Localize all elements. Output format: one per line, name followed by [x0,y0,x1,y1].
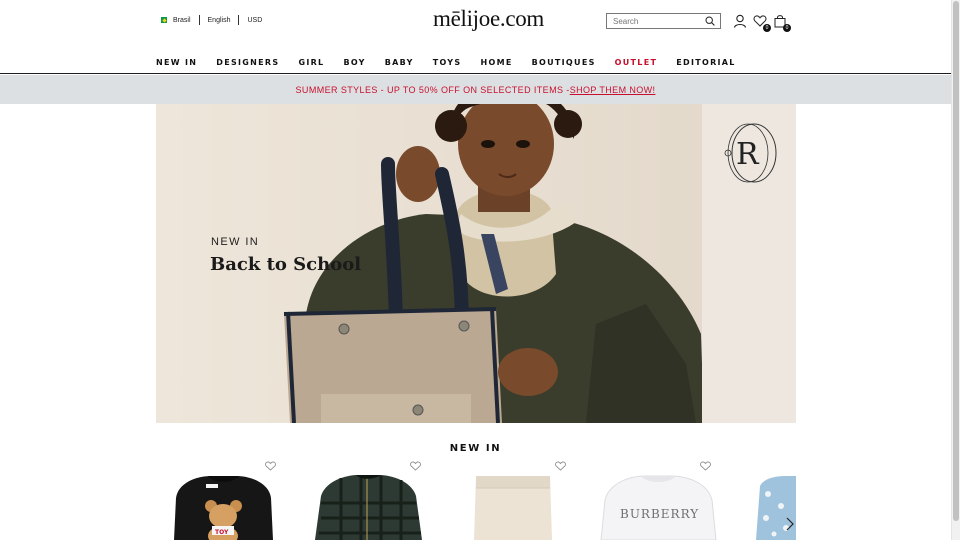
hero-kicker: NEW IN [211,236,260,248]
divider [198,15,200,25]
product-card[interactable]: BURBERRY [591,458,726,540]
nav-baby[interactable]: BABY [385,58,414,67]
nav-toys[interactable]: TOYS [433,58,462,67]
wishlist-count-badge: 0 [763,24,771,32]
language-selector[interactable]: English [208,17,231,24]
product-card[interactable] [301,458,436,540]
nav-home[interactable]: HOME [480,58,512,67]
nav-editorial[interactable]: EDITORIAL [676,58,735,67]
main-nav: NEW IN DESIGNERS GIRL BOY BABY TOYS HOME… [156,58,755,67]
search-icon [705,16,715,26]
nav-designers[interactable]: DESIGNERS [216,58,279,67]
chevron-right-icon[interactable] [783,516,797,532]
flag-icon [161,17,167,23]
nav-boutiques[interactable]: BOUTIQUES [532,58,596,67]
page-scrollbar[interactable] [951,0,960,540]
search-input[interactable] [607,16,703,26]
monogram-logo: R [736,137,760,172]
product-image: TOY [174,476,273,540]
product-image [315,475,422,540]
nav-new-in[interactable]: NEW IN [156,58,197,67]
product-brand-print: BURBERRY [620,507,699,521]
hero-banner[interactable]: R NEW IN Back to School [156,104,796,423]
promo-text: SUMMER STYLES - UP TO 50% OFF ON SELECTE… [295,84,570,95]
bag-count-badge: 0 [783,24,791,32]
product-carousel: TOY BURBERRY [156,458,796,540]
hero-title[interactable]: Back to School [210,254,361,275]
search-button[interactable] [703,14,717,28]
product-card[interactable] [446,458,581,540]
product-print-text: TOY [215,529,229,536]
currency-selector[interactable]: USD [247,17,262,24]
product-image: BURBERRY [600,475,717,540]
site-logo[interactable]: mēlijoe.com [433,6,544,32]
user-icon [733,14,747,28]
promo-link[interactable]: SHOP THEM NOW! [570,85,656,95]
locale-selector: Brasil English USD [161,15,262,25]
scrollbar-thumb[interactable] [953,1,959,521]
search-box [606,13,721,29]
wishlist-button[interactable]: 0 [753,14,771,32]
section-title-new-in: NEW IN [449,443,502,454]
country-selector[interactable]: Brasil [173,17,191,24]
nav-boy[interactable]: BOY [343,58,365,67]
promo-banner: SUMMER STYLES - UP TO 50% OFF ON SELECTE… [0,75,951,104]
account-button[interactable] [733,14,747,28]
product-image [474,476,552,540]
nav-girl[interactable]: GIRL [298,58,324,67]
bag-button[interactable]: 0 [773,14,791,32]
product-card[interactable]: TOY [156,458,291,540]
divider [238,15,240,25]
site-header: Brasil English USD mēlijoe.com 0 [0,0,951,74]
nav-outlet[interactable]: OUTLET [615,58,658,67]
